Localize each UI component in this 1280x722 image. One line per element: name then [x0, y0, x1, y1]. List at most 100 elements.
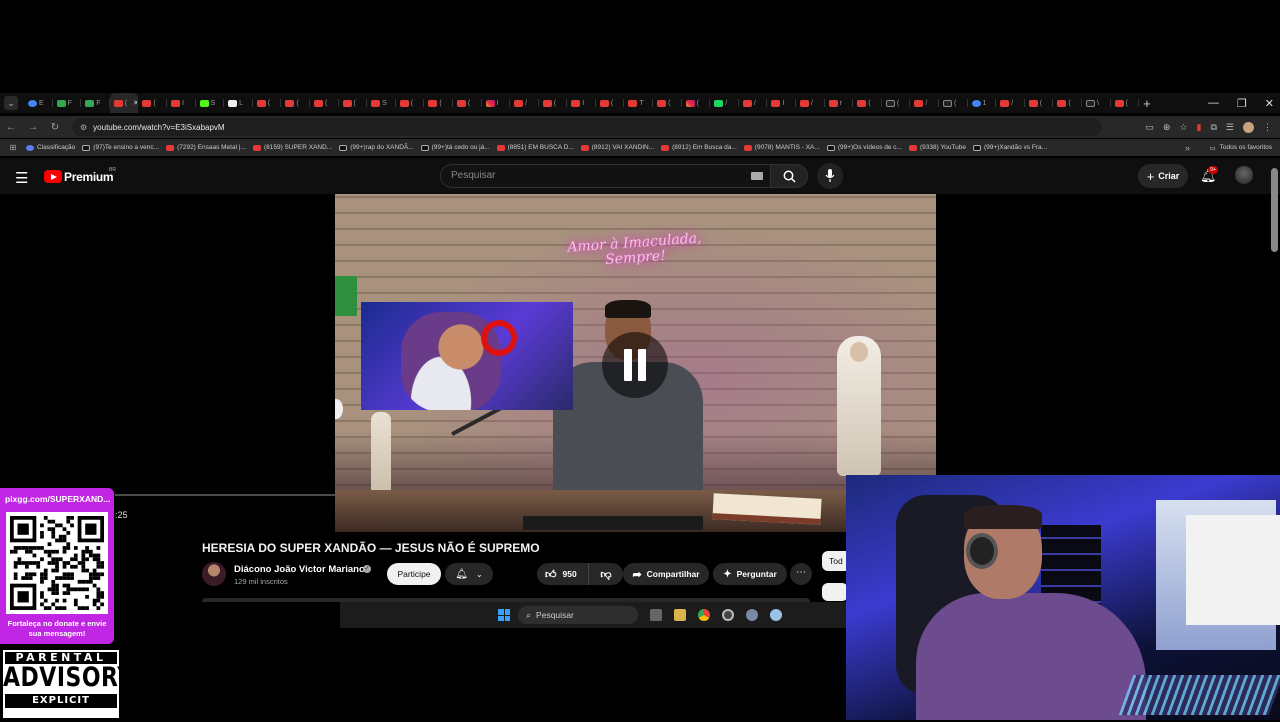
browser-tab[interactable]: (	[882, 93, 911, 113]
browser-menu-icon[interactable]: ⋮	[1263, 122, 1272, 133]
browser-tab[interactable]: I	[167, 93, 196, 113]
pause-icon[interactable]	[602, 332, 668, 398]
join-button[interactable]: Participe	[387, 563, 441, 585]
task-view-icon[interactable]	[650, 609, 662, 621]
tab-search-chevron-icon[interactable]: ⌄	[4, 96, 18, 110]
create-button[interactable]: + Criar	[1138, 164, 1188, 188]
browser-tab[interactable]: (	[310, 93, 339, 113]
channel-avatar[interactable]	[202, 562, 226, 586]
bookmark-item[interactable]: (9338) YouTube	[908, 144, 966, 151]
browser-tab[interactable]: S	[367, 93, 396, 113]
search-input[interactable]: Pesquisar	[440, 164, 770, 188]
bookmark-item[interactable]: (8912) Em Busca da...	[661, 144, 737, 151]
bookmark-item[interactable]: (8851) EM BUSCA D...	[496, 144, 574, 151]
browser-tab[interactable]: E	[24, 93, 53, 113]
browser-tab[interactable]: r	[825, 93, 854, 113]
windows-start-icon[interactable]	[498, 609, 510, 621]
browser-tab[interactable]: F	[53, 93, 82, 113]
reload-icon[interactable]: ↻	[44, 122, 66, 133]
filter-chip[interactable]	[822, 583, 848, 601]
ask-button[interactable]: ✦ Perguntar	[713, 563, 787, 585]
browser-tab[interactable]: T	[624, 93, 653, 113]
bookmark-item[interactable]: Classificação	[26, 144, 75, 151]
minimize-icon[interactable]: —	[1208, 97, 1219, 109]
browser-tab[interactable]: I	[767, 93, 796, 113]
browser-tab[interactable]: (	[339, 93, 368, 113]
all-bookmarks-folder[interactable]: ▭ Todos os favoritos	[1209, 144, 1272, 152]
share-button[interactable]: ➦ Compartilhar	[623, 563, 709, 585]
browser-tab[interactable]: L	[224, 93, 253, 113]
zoom-icon[interactable]: ⊕	[1163, 122, 1171, 133]
bookmark-item[interactable]: (8159) SUPER XAND...	[252, 144, 332, 151]
extensions-puzzle-icon[interactable]: ⧉	[1210, 122, 1216, 133]
obs-icon[interactable]	[722, 609, 734, 621]
address-bar[interactable]: ⚙ youtube.com/watch?v=E3iSxabapvM	[72, 118, 1102, 136]
taskbar-search[interactable]: ⌕ Pesquisar	[518, 606, 638, 624]
browser-tab[interactable]: /	[739, 93, 768, 113]
app-icon[interactable]	[770, 609, 782, 621]
subscribed-button[interactable]: 🔔︎ ⌄	[445, 563, 493, 585]
new-tab-icon[interactable]: +	[1143, 96, 1151, 111]
browser-tab[interactable]: 1	[968, 93, 997, 113]
browser-tab[interactable]: (	[424, 93, 453, 113]
browser-tab[interactable]: (	[1111, 93, 1140, 113]
search-button[interactable]	[770, 164, 808, 188]
browser-tab[interactable]: /	[996, 93, 1025, 113]
browser-tab[interactable]: /	[796, 93, 825, 113]
page-scrollbar[interactable]	[1271, 168, 1278, 252]
bookmark-star-icon[interactable]: ☆	[1179, 122, 1187, 133]
menu-icon[interactable]: ☰	[15, 169, 28, 187]
bookmark-item[interactable]: (99+)tá cedo ou já...	[420, 144, 490, 151]
youtube-premium-label[interactable]: Premium	[64, 170, 114, 184]
browser-tab[interactable]: (	[539, 93, 568, 113]
user-avatar[interactable]	[1235, 166, 1253, 184]
bookmark-item[interactable]: (8912) VAI XANDIN...	[580, 144, 654, 151]
browser-tab[interactable]: /	[910, 93, 939, 113]
browser-tab[interactable]: (✕	[109, 93, 139, 113]
more-actions-button[interactable]: ⋯	[790, 563, 812, 585]
browser-tab[interactable]: (	[1053, 93, 1082, 113]
settings-icon[interactable]	[746, 609, 758, 621]
more-bookmarks-icon[interactable]: »	[1185, 143, 1190, 153]
voice-search-button[interactable]	[817, 163, 843, 189]
progress-bar[interactable]	[115, 494, 335, 496]
bookmark-item[interactable]: (97)Te ensino a venc...	[82, 144, 159, 151]
bookmark-item[interactable]: (9078) MANTIS - XA...	[743, 144, 820, 151]
chrome-icon[interactable]	[698, 609, 710, 621]
browser-tab[interactable]: F	[81, 93, 110, 113]
maximize-icon[interactable]: ❐	[1237, 97, 1247, 110]
back-icon[interactable]: ←	[0, 122, 22, 133]
file-explorer-icon[interactable]	[674, 609, 686, 621]
browser-tab[interactable]: (	[1025, 93, 1054, 113]
browser-tab[interactable]: (	[939, 93, 968, 113]
browser-tab[interactable]: (	[281, 93, 310, 113]
cast-icon[interactable]: ▭	[1145, 122, 1154, 133]
browser-tab[interactable]: S	[196, 93, 225, 113]
site-info-icon[interactable]: ⚙	[80, 123, 87, 132]
browser-tab[interactable]: (	[682, 93, 711, 113]
browser-tab[interactable]: (	[853, 93, 882, 113]
bookmark-item[interactable]: (99+)Os vídeos de c...	[826, 144, 902, 151]
youtube-logo-icon[interactable]	[44, 170, 62, 183]
browser-tab[interactable]: (	[396, 93, 425, 113]
browser-tab[interactable]: /	[710, 93, 739, 113]
channel-name[interactable]: Diácono João Victor Mariano	[234, 564, 365, 575]
like-button[interactable]: 👍︎ 950	[537, 563, 589, 585]
bookmark-item[interactable]: (99+)rap do XANDÃ...	[339, 144, 414, 151]
browser-tab[interactable]: (	[453, 93, 482, 113]
apps-grid-icon[interactable]: ⊞	[0, 143, 26, 152]
browser-tab[interactable]: \	[1082, 93, 1111, 113]
browser-tab[interactable]: I	[567, 93, 596, 113]
reading-list-icon[interactable]: ☰	[1226, 122, 1234, 133]
bookmark-item[interactable]: (7292) Ensaas Metal |...	[166, 144, 246, 151]
dislike-button[interactable]: 👎︎	[589, 568, 623, 581]
browser-tab[interactable]: (	[653, 93, 682, 113]
forward-icon[interactable]: →	[22, 122, 44, 133]
keyboard-icon[interactable]	[751, 172, 763, 180]
browser-tab[interactable]: (	[253, 93, 282, 113]
browser-tab[interactable]: (	[138, 93, 167, 113]
browser-tab[interactable]: (	[596, 93, 625, 113]
close-window-icon[interactable]: ✕	[1265, 97, 1274, 110]
browser-tab[interactable]: I	[482, 93, 511, 113]
extension-icon[interactable]: ▮	[1197, 122, 1202, 133]
